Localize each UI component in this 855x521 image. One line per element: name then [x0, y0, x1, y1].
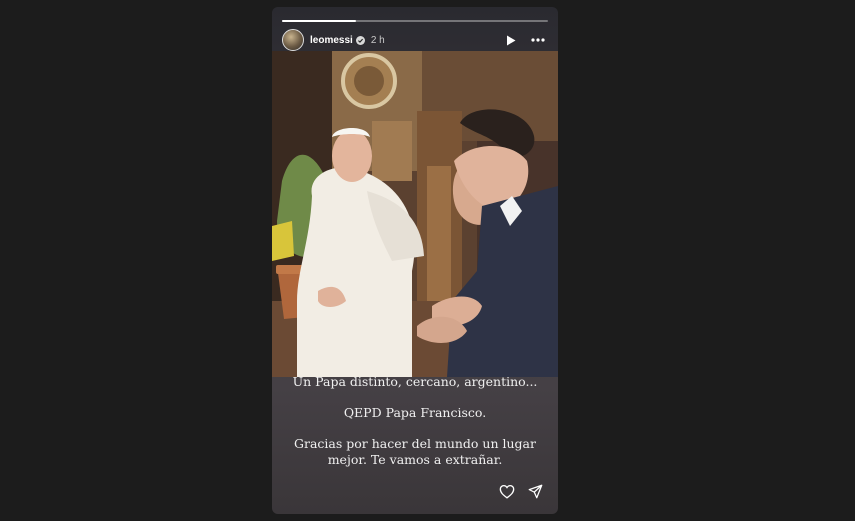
profile-avatar[interactable] [282, 29, 304, 51]
send-icon [528, 484, 542, 498]
play-icon [507, 35, 516, 45]
share-button[interactable] [526, 482, 544, 500]
more-options-button[interactable] [530, 33, 546, 47]
caption-line: mejor. Te vamos a extrañar. [327, 452, 503, 467]
story-header: leomessi 2 h [282, 29, 546, 51]
story-progress-fill [282, 20, 357, 22]
username[interactable]: leomessi [310, 35, 353, 46]
caption-line: Un Papa distinto, cercano, argentino... [292, 374, 538, 389]
post-time: 2 h [370, 34, 385, 46]
caption-line: Gracias por hacer del mundo un lugar [294, 436, 536, 451]
story-caption: Un Papa distinto, cercano, argentino... … [290, 373, 540, 468]
story-progress-bar [282, 20, 548, 22]
verified-badge-icon [355, 35, 365, 45]
like-button[interactable] [498, 482, 516, 500]
play-button[interactable] [504, 33, 518, 47]
story-viewer[interactable]: leomessi 2 h Un Papa distinto, cercano, … [272, 7, 558, 514]
caption-line: QEPD Papa Francisco. [343, 405, 487, 420]
more-icon [531, 38, 545, 42]
heart-icon [499, 484, 515, 499]
story-actions [498, 482, 544, 500]
story-photo [272, 51, 558, 377]
